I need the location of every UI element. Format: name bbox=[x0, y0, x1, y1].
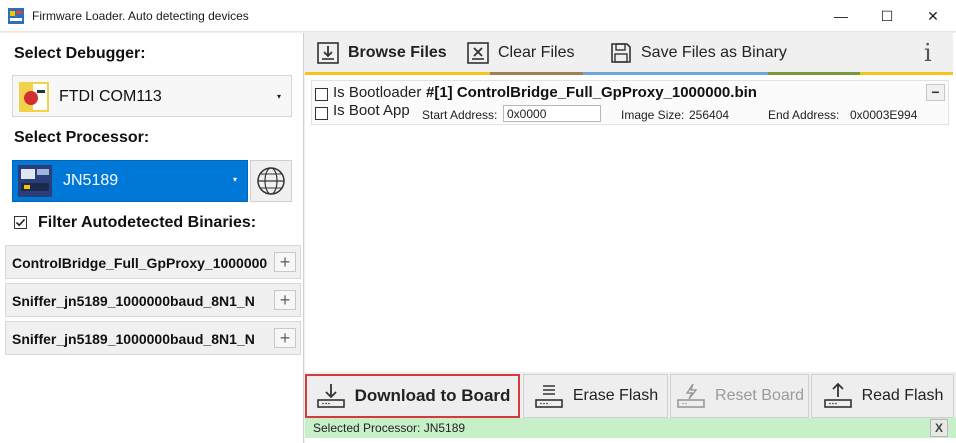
globe-icon bbox=[257, 167, 285, 195]
clear-files-icon bbox=[466, 41, 490, 65]
collapse-button[interactable]: − bbox=[926, 84, 945, 101]
status-bar: Selected Processor: JN5189 bbox=[305, 418, 956, 438]
plus-icon: + bbox=[279, 328, 291, 348]
save-files-label: Save Files as Binary bbox=[641, 43, 787, 61]
toolbar-stripe-segment bbox=[860, 72, 954, 75]
add-binary-button[interactable]: + bbox=[274, 252, 296, 272]
debugger-label: Select Debugger: bbox=[14, 45, 146, 62]
erase-label: Erase Flash bbox=[572, 387, 659, 404]
is-bootloader-label: Is Bootloader bbox=[333, 84, 422, 101]
upload-icon bbox=[822, 382, 854, 410]
info-icon: i bbox=[924, 38, 932, 67]
toolbar-stripe-segment bbox=[582, 72, 676, 75]
file-card: Is Bootloader Is Boot App #[1] ControlBr… bbox=[311, 80, 949, 125]
checkmark-icon bbox=[14, 216, 27, 229]
binary-item[interactable]: ControlBridge_Full_GpProxy_1000000.bin + bbox=[5, 245, 301, 279]
add-binary-button[interactable]: + bbox=[274, 290, 296, 310]
toolbar-stripe-segment bbox=[490, 72, 584, 75]
checkbox-box bbox=[315, 107, 328, 120]
save-icon bbox=[609, 41, 633, 65]
maximize-icon: ☐ bbox=[880, 7, 894, 24]
maximize-button[interactable]: ☐ bbox=[864, 0, 910, 32]
toolbar-stripe-segment bbox=[767, 72, 861, 75]
binary-item[interactable]: Sniffer_jn5189_1000000baud_8N1_N + bbox=[5, 283, 301, 317]
is-boot-app-label: Is Boot App bbox=[333, 102, 410, 119]
binary-name: Sniffer_jn5189_1000000baud_8N1_N bbox=[12, 331, 255, 347]
toolbar-stripe-segment bbox=[397, 72, 491, 75]
window-title: Firmware Loader. Auto detecting devices bbox=[32, 9, 249, 23]
read-flash-button[interactable]: Read Flash bbox=[811, 374, 954, 418]
status-text: Selected Processor: JN5189 bbox=[313, 421, 466, 435]
clear-files-label: Clear Files bbox=[498, 43, 575, 61]
chevron-down-icon: ▾ bbox=[233, 175, 238, 184]
download-to-board-button[interactable]: Download to Board bbox=[305, 374, 520, 418]
plus-icon: + bbox=[279, 252, 291, 272]
image-size-label: Image Size: bbox=[621, 108, 685, 122]
ftdi-icon bbox=[19, 82, 49, 112]
save-files-button[interactable]: Save Files as Binary bbox=[609, 33, 787, 72]
erase-icon bbox=[533, 382, 565, 410]
start-address-input[interactable] bbox=[503, 105, 601, 122]
download-label: Download to Board bbox=[354, 386, 511, 405]
add-binary-button[interactable]: + bbox=[274, 328, 296, 348]
minimize-button[interactable]: — bbox=[818, 0, 864, 32]
chevron-down-icon: ▾ bbox=[277, 92, 282, 101]
status-close-button[interactable]: X bbox=[930, 419, 948, 437]
reset-board-button[interactable]: Reset Board bbox=[670, 374, 809, 418]
app-icon bbox=[8, 8, 24, 24]
end-address-label: End Address: bbox=[768, 108, 840, 122]
minimize-icon: — bbox=[834, 8, 848, 24]
toolbar-stripe-segment bbox=[675, 72, 769, 75]
image-size-value: 256404 bbox=[689, 108, 730, 122]
binary-name: Sniffer_jn5189_1000000baud_8N1_N bbox=[12, 293, 255, 309]
minus-icon: − bbox=[931, 84, 940, 100]
clear-files-button[interactable]: Clear Files bbox=[466, 33, 574, 72]
browse-files-button[interactable]: Browse Files bbox=[316, 33, 447, 72]
globe-button[interactable] bbox=[250, 160, 292, 202]
read-label: Read Flash bbox=[861, 387, 944, 404]
erase-flash-button[interactable]: Erase Flash bbox=[523, 374, 668, 418]
processor-value: JN5189 bbox=[63, 172, 119, 189]
processor-label: Select Processor: bbox=[14, 129, 150, 146]
close-icon: ✕ bbox=[927, 7, 939, 24]
file-title: #[1] ControlBridge_Full_GpProxy_1000000.… bbox=[426, 84, 757, 101]
filter-label: Filter Autodetected Binaries: bbox=[38, 214, 257, 231]
filter-checkbox[interactable] bbox=[14, 216, 27, 229]
browse-files-label: Browse Files bbox=[348, 43, 447, 61]
start-address-label: Start Address: bbox=[422, 108, 498, 122]
end-address-value: 0x0003E994 bbox=[850, 108, 918, 122]
chip-icon bbox=[18, 165, 52, 197]
checkbox-box bbox=[315, 88, 328, 101]
close-button[interactable]: ✕ bbox=[910, 0, 956, 32]
toolbar-stripe-segment bbox=[305, 72, 398, 75]
download-tray-icon bbox=[316, 41, 340, 65]
binary-name: ControlBridge_Full_GpProxy_1000000.bin bbox=[12, 255, 268, 271]
debugger-select[interactable]: FTDI COM113 ▾ bbox=[12, 75, 292, 117]
debugger-value: FTDI COM113 bbox=[59, 88, 162, 105]
reset-label: Reset Board bbox=[715, 387, 804, 404]
download-icon bbox=[315, 382, 347, 410]
processor-select[interactable]: JN5189 ▾ bbox=[12, 160, 248, 202]
plus-icon: + bbox=[279, 290, 291, 310]
binary-item[interactable]: Sniffer_jn5189_1000000baud_8N1_N + bbox=[5, 321, 301, 355]
info-button[interactable]: i bbox=[924, 33, 932, 72]
close-icon: X bbox=[934, 421, 943, 435]
reset-icon bbox=[675, 382, 707, 410]
